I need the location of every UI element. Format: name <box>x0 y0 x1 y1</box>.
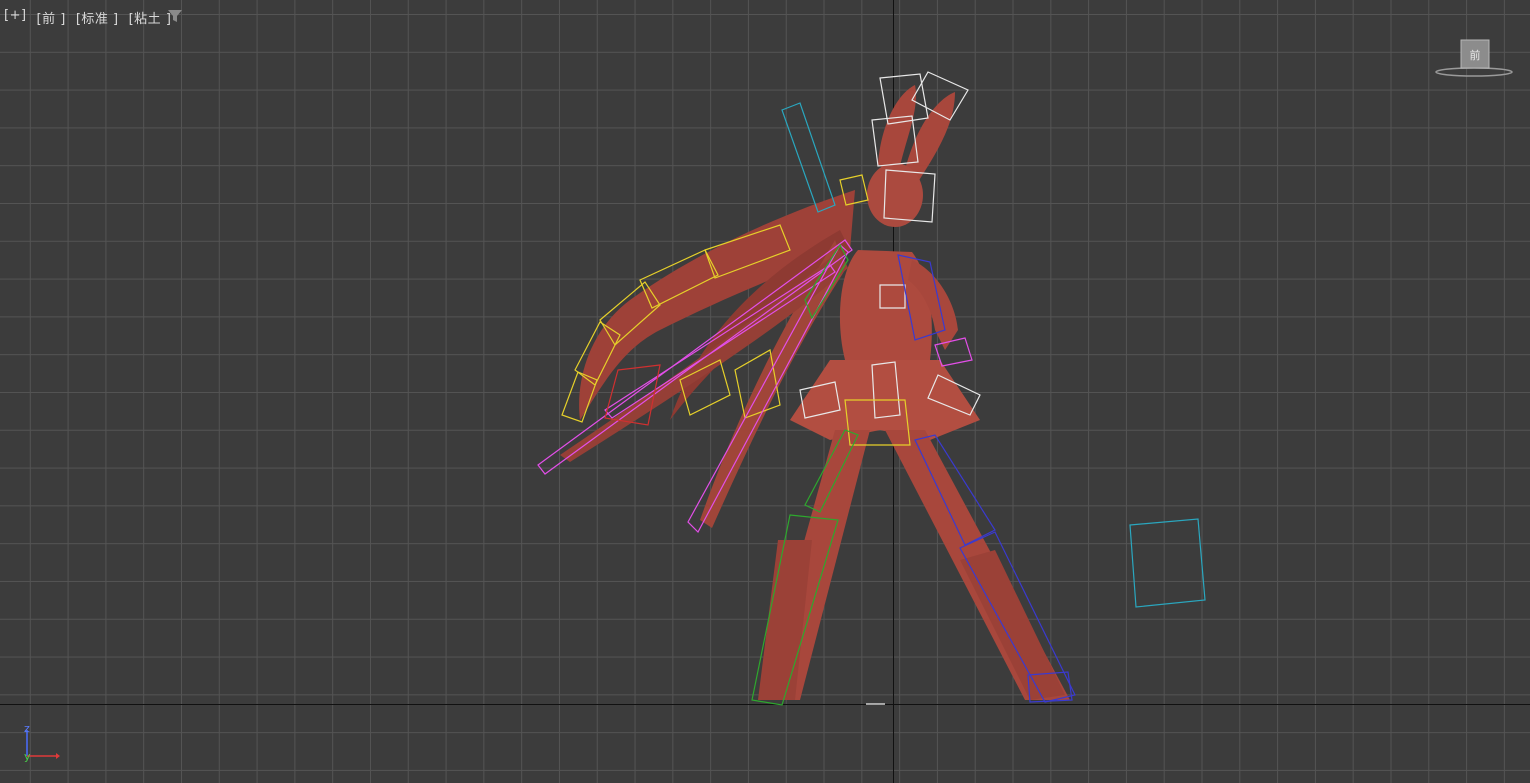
axis-tripod: z y <box>18 722 68 768</box>
tripod-z-label: z <box>24 722 30 735</box>
front-viewport[interactable]: [+] [前 ] [标准 ] [粘土 ] 前 z y <box>0 0 1530 783</box>
scene-view[interactable] <box>0 0 1530 783</box>
tripod-y-label: y <box>24 750 31 763</box>
